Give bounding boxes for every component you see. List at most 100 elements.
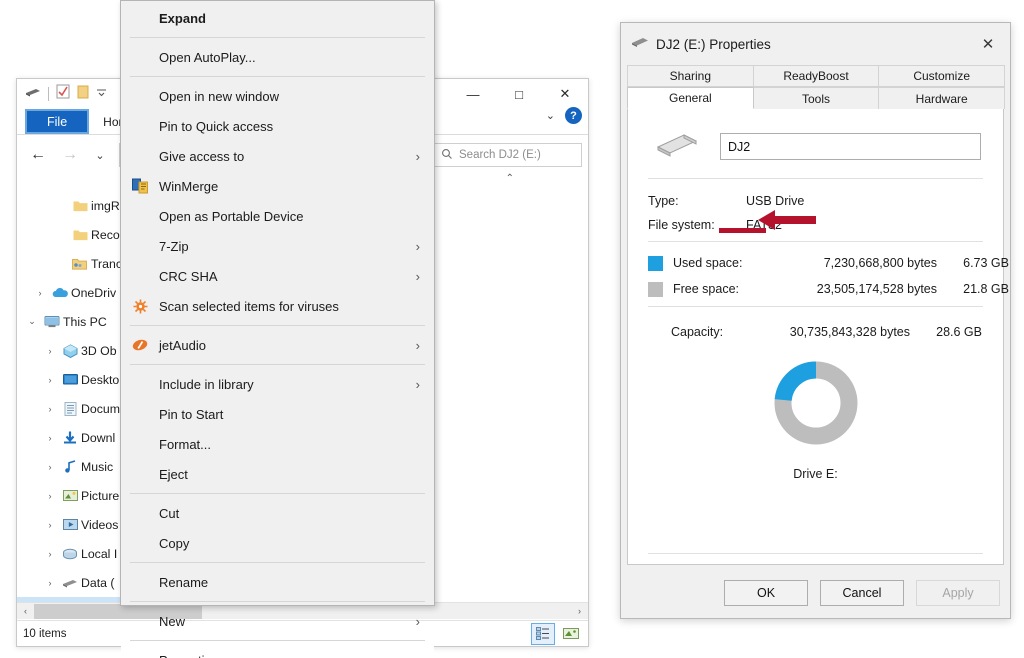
scroll-left-arrow-icon[interactable]: ‹ bbox=[17, 606, 34, 616]
tree-item-label: Local I bbox=[81, 546, 118, 561]
scroll-right-arrow-icon[interactable]: › bbox=[571, 606, 588, 616]
tab-file[interactable]: File bbox=[25, 109, 90, 134]
context-menu-item-scan-selected-items-for-viruses[interactable]: Scan selected items for viruses bbox=[121, 291, 434, 321]
tab-general[interactable]: General bbox=[627, 87, 754, 109]
context-menu-item-winmerge[interactable]: WinMerge bbox=[121, 171, 434, 201]
menu-separator bbox=[130, 364, 425, 365]
context-menu-item-open-as-portable-device[interactable]: Open as Portable Device bbox=[121, 201, 434, 231]
search-placeholder: Search DJ2 (E:) bbox=[459, 149, 541, 161]
info-row-type: Type: USB Drive bbox=[648, 189, 985, 213]
tree-expand-chevron-icon[interactable]: › bbox=[41, 520, 59, 530]
menu-separator bbox=[130, 601, 425, 602]
properties-quick-icon[interactable] bbox=[56, 84, 70, 104]
tab-readyboost[interactable]: ReadyBoost bbox=[752, 65, 880, 87]
info-value: USB Drive bbox=[746, 194, 805, 208]
documents-icon bbox=[59, 401, 81, 416]
collapse-ribbon-chevron-icon[interactable]: ⌃ bbox=[506, 173, 514, 184]
tree-expand-chevron-icon: › bbox=[51, 259, 69, 269]
tab-hardware[interactable]: Hardware bbox=[878, 87, 1006, 109]
minimize-button[interactable]: — bbox=[450, 79, 496, 109]
capacity-bytes: 30,735,843,328 bytes bbox=[789, 325, 910, 339]
apply-button: Apply bbox=[916, 580, 1000, 606]
recent-locations-button[interactable]: ⌄ bbox=[87, 141, 113, 169]
context-menu: Expand Open AutoPlay... Open in new window… bbox=[120, 0, 435, 658]
volume-name-field[interactable]: DJ2 bbox=[720, 133, 981, 160]
new-folder-quick-icon[interactable] bbox=[77, 85, 89, 104]
tree-expand-chevron-icon[interactable]: › bbox=[31, 288, 49, 298]
context-menu-item-copy[interactable]: Copy bbox=[121, 528, 434, 558]
context-menu-item-format[interactable]: Format... bbox=[121, 429, 434, 459]
menu-separator bbox=[130, 37, 425, 38]
context-menu-item-label: Properties bbox=[159, 653, 424, 658]
divider bbox=[648, 306, 983, 307]
videos-icon bbox=[59, 518, 81, 531]
context-menu-item-expand[interactable]: Expand bbox=[121, 3, 434, 33]
context-menu-item-open-in-new-window[interactable]: Open in new window bbox=[121, 81, 434, 111]
tree-expand-chevron-icon[interactable]: › bbox=[41, 346, 59, 356]
context-menu-item-open-autoplay[interactable]: Open AutoPlay... bbox=[121, 42, 434, 72]
expand-ribbon-chevron-icon[interactable]: ⌄ bbox=[546, 109, 555, 122]
context-menu-item-label: 7-Zip bbox=[159, 238, 189, 254]
tree-expand-chevron-icon[interactable]: › bbox=[41, 578, 59, 588]
usb-drive-icon bbox=[25, 85, 41, 103]
context-menu-item-label: Rename bbox=[159, 574, 209, 590]
ok-button[interactable]: OK bbox=[724, 580, 808, 606]
context-menu-item-eject[interactable]: Eject bbox=[121, 459, 434, 489]
tree-expand-chevron-icon[interactable]: › bbox=[41, 404, 59, 414]
help-icon[interactable]: ? bbox=[565, 107, 582, 124]
context-menu-item-label: Scan selected items for viruses bbox=[159, 298, 339, 314]
tab-customize[interactable]: Customize bbox=[878, 65, 1006, 87]
tree-expand-chevron-icon[interactable]: › bbox=[41, 462, 59, 472]
jetaudio-icon bbox=[121, 338, 159, 352]
context-menu-item-properties[interactable]: Properties bbox=[121, 645, 434, 658]
tree-expand-chevron-icon[interactable]: ⌄ bbox=[23, 316, 41, 327]
legend-color-swatch bbox=[648, 255, 663, 271]
drive-properties-dialog: DJ2 (E:) Properties ✕ Sharing ReadyBoost C… bbox=[620, 22, 1011, 619]
menu-separator bbox=[130, 562, 425, 563]
desktop-icon bbox=[59, 373, 81, 386]
context-menu-item-rename[interactable]: Rename bbox=[121, 567, 434, 597]
back-button[interactable]: ← bbox=[23, 141, 53, 169]
tree-expand-chevron-icon[interactable]: › bbox=[41, 549, 59, 559]
context-menu-item-pin-to-start[interactable]: Pin to Start bbox=[121, 399, 434, 429]
context-menu-item-jetaudio[interactable]: jetAudio › bbox=[121, 330, 434, 360]
tree-expand-chevron-icon[interactable]: › bbox=[41, 433, 59, 443]
winmerge-icon bbox=[121, 178, 159, 194]
submenu-chevron-right-icon: › bbox=[415, 148, 420, 164]
capacity-gb: 28.6 GB bbox=[936, 325, 982, 339]
tab-label: Hardware bbox=[915, 91, 968, 106]
tree-item-label: Deskto bbox=[81, 372, 120, 387]
dialog-title: DJ2 (E:) Properties bbox=[656, 36, 771, 52]
tree-item-label: Picture bbox=[81, 488, 120, 503]
tree-item-label: This PC bbox=[63, 314, 107, 329]
search-input[interactable]: Search DJ2 (E:) bbox=[434, 143, 582, 167]
close-button[interactable]: ✕ bbox=[542, 79, 588, 109]
context-menu-item-include-in-library[interactable]: Include in library › bbox=[121, 369, 434, 399]
info-row-file-system: File system: FAT32 bbox=[648, 213, 985, 237]
large-icons-view-button[interactable] bbox=[560, 624, 582, 644]
context-menu-item-7-zip[interactable]: 7-Zip › bbox=[121, 231, 434, 261]
context-menu-item-cut[interactable]: Cut bbox=[121, 498, 434, 528]
context-menu-item-label: Expand bbox=[159, 10, 206, 26]
maximize-button[interactable]: □ bbox=[496, 79, 542, 109]
close-icon[interactable]: ✕ bbox=[966, 23, 1010, 65]
tab-tools[interactable]: Tools bbox=[752, 87, 880, 109]
details-view-button[interactable] bbox=[531, 622, 555, 645]
forward-button: → bbox=[62, 146, 78, 163]
tab-sharing[interactable]: Sharing bbox=[627, 65, 754, 87]
onedrive-icon bbox=[49, 287, 71, 299]
tree-expand-chevron-icon[interactable]: › bbox=[41, 491, 59, 501]
button-label: Cancel bbox=[842, 586, 882, 600]
context-menu-item-give-access-to[interactable]: Give access to › bbox=[121, 141, 434, 171]
space-row-free-space: Free space: 23,505,174,528 bytes 21.8 GB bbox=[648, 276, 1009, 302]
cancel-button[interactable]: Cancel bbox=[820, 580, 904, 606]
drive-caption: Drive E: bbox=[793, 467, 838, 481]
3dobjects-icon bbox=[59, 343, 81, 358]
customize-qat-chevron-icon[interactable] bbox=[96, 85, 107, 103]
submenu-chevron-right-icon: › bbox=[415, 268, 420, 284]
context-menu-item-new[interactable]: New › bbox=[121, 606, 434, 636]
tree-expand-chevron-icon[interactable]: › bbox=[41, 375, 59, 385]
tree-item-label: Downl bbox=[81, 430, 116, 445]
context-menu-item-pin-to-quick-access[interactable]: Pin to Quick access bbox=[121, 111, 434, 141]
context-menu-item-crc-sha[interactable]: CRC SHA › bbox=[121, 261, 434, 291]
